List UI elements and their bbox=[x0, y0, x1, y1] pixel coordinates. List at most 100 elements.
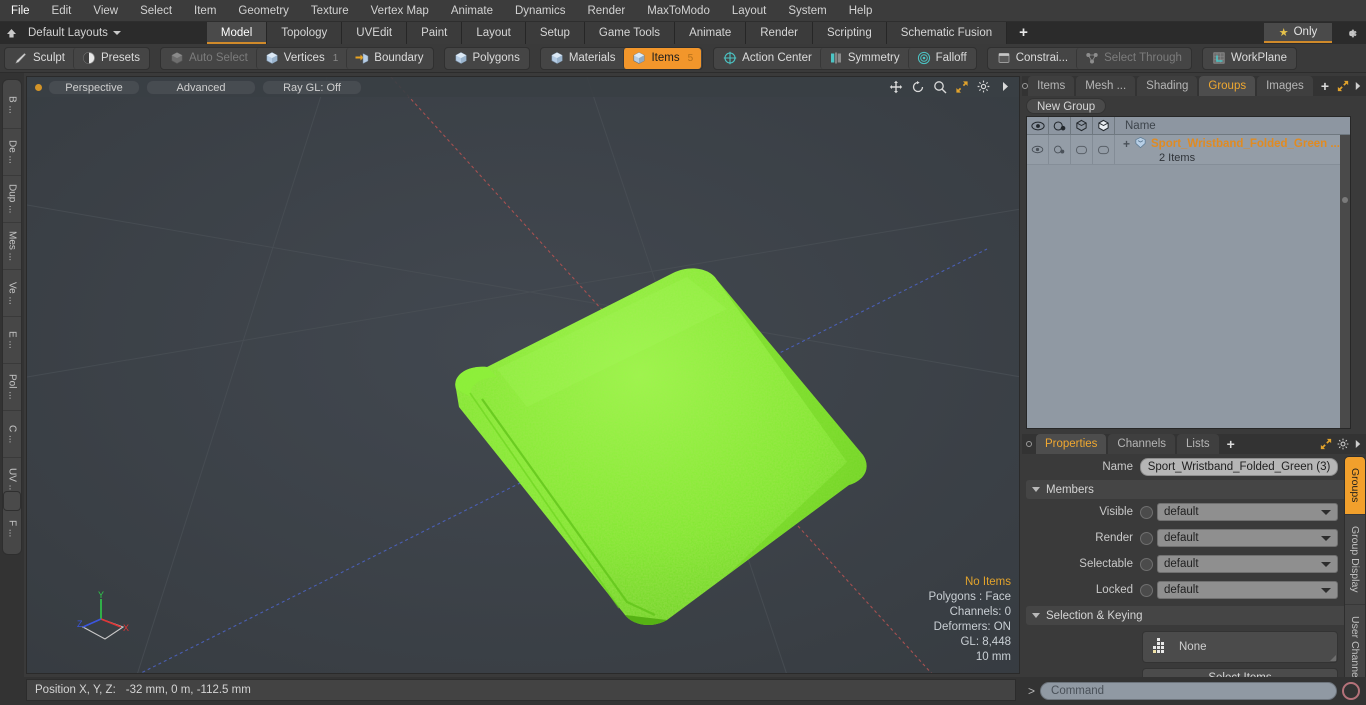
row-eye-icon[interactable] bbox=[1027, 135, 1049, 164]
new-group-button[interactable]: New Group bbox=[1026, 98, 1107, 114]
tab-topology[interactable]: Topology bbox=[267, 22, 343, 44]
presets-button[interactable]: Presets bbox=[72, 47, 148, 69]
menu-item-help[interactable]: Help bbox=[838, 0, 884, 22]
table-row[interactable]: + Sport_Wristband_Folded_Green ... 2 Ite… bbox=[1027, 135, 1350, 165]
viewport-menu-dot-icon[interactable] bbox=[35, 83, 42, 91]
materials-button[interactable]: Materials bbox=[542, 48, 624, 69]
tab-properties[interactable]: Properties bbox=[1036, 434, 1107, 454]
left-tab-deform[interactable]: De ... bbox=[3, 129, 21, 176]
menu-item-system[interactable]: System bbox=[777, 0, 837, 22]
rotate-icon[interactable] bbox=[910, 79, 925, 94]
row-select-toggle[interactable] bbox=[1071, 135, 1093, 164]
members-section-header[interactable]: Members bbox=[1026, 480, 1360, 499]
tab-channels[interactable]: Channels bbox=[1108, 434, 1176, 454]
tab-uvedit[interactable]: UVEdit bbox=[342, 22, 408, 44]
menu-item-maxtomodo[interactable]: MaxToModo bbox=[636, 0, 721, 22]
left-tab-polygon[interactable]: Pol ... bbox=[3, 364, 21, 411]
locked-knob-icon[interactable] bbox=[1140, 583, 1153, 597]
expand-row-button[interactable]: + bbox=[1123, 137, 1130, 151]
symmetry-button[interactable]: Symmetry bbox=[819, 47, 908, 69]
viewport-shading-button[interactable]: Advanced bbox=[146, 79, 256, 95]
add-tab-button[interactable]: + bbox=[1007, 22, 1040, 44]
chevron-right-icon[interactable] bbox=[1354, 439, 1362, 449]
sculpt-button[interactable]: Sculpt bbox=[6, 48, 73, 69]
expand-icon[interactable] bbox=[1337, 80, 1349, 92]
tab-lists[interactable]: Lists bbox=[1177, 434, 1219, 454]
tab-images[interactable]: Images bbox=[1257, 76, 1313, 96]
polygons-button[interactable]: Polygons bbox=[446, 48, 528, 69]
menu-item-animate[interactable]: Animate bbox=[440, 0, 504, 22]
left-tab-basic[interactable]: B ... bbox=[3, 82, 21, 129]
render-dropdown[interactable]: default bbox=[1157, 529, 1338, 547]
tab-shading[interactable]: Shading bbox=[1137, 76, 1198, 96]
render-knob-icon[interactable] bbox=[1140, 531, 1153, 545]
selectable-knob-icon[interactable] bbox=[1140, 557, 1153, 571]
vtab-group-display[interactable]: Group Display bbox=[1345, 515, 1365, 605]
left-tab-edge[interactable]: E ... bbox=[3, 317, 21, 364]
tab-items[interactable]: Items bbox=[1028, 76, 1075, 96]
menu-item-edit[interactable]: Edit bbox=[41, 0, 83, 22]
gear-icon[interactable] bbox=[976, 79, 991, 94]
chevron-right-icon[interactable] bbox=[1354, 81, 1362, 91]
selection-set-field[interactable]: None bbox=[1142, 631, 1338, 663]
left-tool-extra-button[interactable] bbox=[3, 491, 21, 511]
tab-groups[interactable]: Groups bbox=[1199, 76, 1256, 96]
tab-game-tools[interactable]: Game Tools bbox=[584, 22, 676, 44]
constraint-button[interactable]: Constrai... bbox=[989, 48, 1076, 69]
gear-icon[interactable] bbox=[1337, 438, 1349, 450]
visible-knob-icon[interactable] bbox=[1140, 505, 1153, 519]
row-lock-toggle[interactable] bbox=[1093, 135, 1115, 164]
record-icon[interactable] bbox=[1342, 681, 1360, 700]
gear-icon[interactable] bbox=[1342, 25, 1360, 41]
tab-layout[interactable]: Layout bbox=[462, 22, 526, 44]
vertices-button[interactable]: Vertices 1 bbox=[255, 47, 346, 69]
visible-dropdown[interactable]: default bbox=[1157, 503, 1338, 521]
left-tab-vertex[interactable]: Ve ... bbox=[3, 270, 21, 317]
chevron-right-icon[interactable] bbox=[998, 79, 1013, 94]
3d-viewport[interactable]: Perspective Advanced Ray GL: Off No Item… bbox=[26, 76, 1020, 674]
only-toggle-button[interactable]: ★ Only bbox=[1264, 23, 1332, 43]
tab-mesh[interactable]: Mesh ... bbox=[1076, 76, 1136, 96]
add-properties-tab-button[interactable]: + bbox=[1221, 434, 1241, 454]
menu-item-view[interactable]: View bbox=[82, 0, 129, 22]
menu-item-file[interactable]: File bbox=[0, 0, 41, 22]
items-button[interactable]: Items 5 bbox=[623, 47, 702, 69]
eye-icon[interactable] bbox=[1027, 117, 1049, 134]
select-icon[interactable] bbox=[1071, 117, 1093, 134]
render-icon[interactable] bbox=[1049, 117, 1071, 134]
add-panel-tab-button[interactable]: + bbox=[1315, 76, 1335, 96]
action-center-button[interactable]: Action Center bbox=[715, 48, 820, 69]
axis-gizmo[interactable]: Y X Z bbox=[71, 589, 141, 651]
locked-dropdown[interactable]: default bbox=[1157, 581, 1338, 599]
auto-select-button[interactable]: Auto Select bbox=[162, 48, 256, 69]
menu-item-layout[interactable]: Layout bbox=[721, 0, 778, 22]
viewport-raygl-button[interactable]: Ray GL: Off bbox=[262, 79, 362, 95]
tab-model[interactable]: Model bbox=[206, 22, 268, 44]
lock-icon[interactable] bbox=[1093, 117, 1115, 134]
falloff-button[interactable]: Falloff bbox=[907, 47, 975, 69]
groups-list-scrollbar[interactable] bbox=[1340, 135, 1350, 428]
home-icon[interactable] bbox=[0, 22, 22, 44]
menu-item-render[interactable]: Render bbox=[576, 0, 636, 22]
viewport-projection-button[interactable]: Perspective bbox=[48, 79, 140, 95]
left-tab-duplicate[interactable]: Dup ... bbox=[3, 176, 21, 223]
move-icon[interactable] bbox=[888, 79, 903, 94]
name-field[interactable]: Sport_Wristband_Folded_Green (3) bbox=[1140, 458, 1338, 476]
select-through-button[interactable]: Select Through bbox=[1076, 47, 1190, 69]
selectable-dropdown[interactable]: default bbox=[1157, 555, 1338, 573]
command-input[interactable]: Command bbox=[1040, 681, 1337, 700]
tab-paint[interactable]: Paint bbox=[407, 22, 463, 44]
group-row-name-cell[interactable]: + Sport_Wristband_Folded_Green ... 2 Ite… bbox=[1115, 135, 1350, 164]
default-layouts-dropdown[interactable]: Default Layouts bbox=[22, 22, 129, 44]
tab-setup[interactable]: Setup bbox=[525, 22, 585, 44]
workplane-button[interactable]: WorkPlane bbox=[1204, 48, 1295, 69]
tab-animate[interactable]: Animate bbox=[675, 22, 747, 44]
left-tab-fusion[interactable]: F ... bbox=[3, 505, 21, 552]
fit-icon[interactable] bbox=[954, 79, 969, 94]
tab-scripting[interactable]: Scripting bbox=[812, 22, 887, 44]
row-render-icon[interactable] bbox=[1049, 135, 1071, 164]
selection-keying-section-header[interactable]: Selection & Keying bbox=[1026, 606, 1360, 625]
menu-item-item[interactable]: Item bbox=[183, 0, 227, 22]
menu-item-dynamics[interactable]: Dynamics bbox=[504, 0, 576, 22]
menu-item-vertex-map[interactable]: Vertex Map bbox=[360, 0, 440, 22]
